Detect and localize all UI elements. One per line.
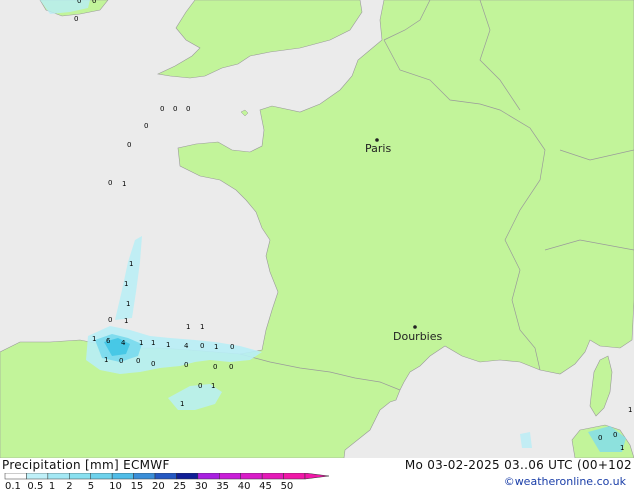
legend-arrow xyxy=(304,473,330,480)
precip-value-38: 0 xyxy=(613,431,617,439)
legend-swatch-12 xyxy=(261,473,284,480)
legend-tick-1: 0.5 xyxy=(27,481,43,490)
legend-tick-5: 10 xyxy=(109,481,122,490)
precip-value-30: 0 xyxy=(151,360,155,368)
precip-value-9: 1 xyxy=(122,180,126,188)
legend-swatch-2 xyxy=(47,473,70,480)
legend-tick-6: 15 xyxy=(131,481,144,490)
city-dot xyxy=(413,325,417,329)
precip-value-11: 1 xyxy=(124,280,128,288)
legend-tick-8: 25 xyxy=(173,481,186,490)
precip-value-10: 1 xyxy=(129,260,133,268)
weather-map-view: 0000000001111101641114010111000000011001… xyxy=(0,0,634,490)
precip-value-24: 0 xyxy=(230,343,234,351)
precip-value-16: 6 xyxy=(106,337,111,345)
precip-value-34: 0 xyxy=(198,382,202,390)
precip-value-8: 0 xyxy=(108,179,112,187)
precipitation-map: 0 000 0 0000 1111101 6 4 1 1 1 4 0 1 01 11 0 0 0 0 0 00 110 01… xyxy=(0,0,634,458)
precip-value-37: 0 xyxy=(598,434,602,442)
precipitation-legend: 0.1 0.5 1 2 5 10 15 20 25 30 35 40 45 50 xyxy=(4,473,330,490)
precip-value-1: 0 xyxy=(92,0,96,5)
precip-value-4: 0 xyxy=(173,105,177,113)
map-footer: Precipitation [mm] ECMWF Mo 03-02-2025 0… xyxy=(0,458,634,490)
legend-tick-13: 50 xyxy=(281,481,294,490)
precip-value-19: 1 xyxy=(151,339,155,347)
legend-swatch-8 xyxy=(176,473,199,480)
precip-value-23: 1 xyxy=(214,343,218,351)
precip-value-2: 0 xyxy=(74,15,78,23)
precip-value-39: 1 xyxy=(620,444,624,452)
legend-tick-12: 45 xyxy=(259,481,272,490)
precip-value-6: 0 xyxy=(144,122,148,130)
legend-swatch-7 xyxy=(154,473,177,480)
legend-tick-10: 35 xyxy=(216,481,229,490)
precip-value-20: 1 xyxy=(166,341,170,349)
precip-value-21: 4 xyxy=(184,342,189,350)
precip-value-17: 4 xyxy=(121,339,126,347)
precip-value-14: 0 xyxy=(108,316,112,324)
precip-value-29: 0 xyxy=(136,357,140,365)
legend-swatches xyxy=(4,473,330,480)
legend-swatch-9 xyxy=(197,473,220,480)
legend-tick-7: 20 xyxy=(152,481,165,490)
precip-value-25: 1 xyxy=(186,323,190,331)
legend-tick-2: 1 xyxy=(49,481,55,490)
legend-swatch-11 xyxy=(240,473,263,480)
precip-value-40: 1 xyxy=(628,406,632,414)
precip-value-32: 0 xyxy=(213,363,217,371)
precip-value-26: 1 xyxy=(200,323,204,331)
precip-value-3: 0 xyxy=(160,105,164,113)
precip-value-35: 1 xyxy=(211,382,215,390)
precip-value-22: 0 xyxy=(200,342,204,350)
valid-time: Mo 03-02-2025 03..06 UTC (00+102 xyxy=(404,458,632,472)
credit-link[interactable]: ©weatheronline.co.uk xyxy=(504,475,626,488)
precip-value-0: 0 xyxy=(77,0,81,5)
legend-tick-9: 30 xyxy=(195,481,208,490)
precip-area-tyrrhenian xyxy=(520,432,532,448)
legend-tick-labels: 0.1 0.5 1 2 5 10 15 20 25 30 35 40 45 50 xyxy=(5,481,293,490)
legend-swatch-3 xyxy=(69,473,91,480)
city-label-dourbies: Dourbies xyxy=(393,330,443,343)
legend-swatch-10 xyxy=(219,473,241,480)
legend-swatch-4 xyxy=(90,473,113,480)
legend-swatch-0 xyxy=(4,473,27,480)
legend-swatch-5 xyxy=(111,473,134,480)
precip-value-27: 1 xyxy=(104,356,108,364)
precip-value-7: 0 xyxy=(127,141,131,149)
precip-value-5: 0 xyxy=(186,105,190,113)
map-title: Precipitation [mm] ECMWF xyxy=(2,458,170,472)
legend-tick-3: 2 xyxy=(66,481,72,490)
precip-value-15: 1 xyxy=(92,335,96,343)
precip-value-33: 0 xyxy=(229,363,233,371)
city-label-paris: Paris xyxy=(365,142,391,155)
legend-swatch-1 xyxy=(26,473,49,480)
precip-value-12: 1 xyxy=(126,300,130,308)
legend-swatch-6 xyxy=(133,473,156,480)
precip-value-36: 1 xyxy=(180,400,184,408)
precip-value-28: 0 xyxy=(119,357,123,365)
precip-value-31: 0 xyxy=(184,361,188,369)
legend-tick-11: 40 xyxy=(238,481,251,490)
legend-tick-0: 0.1 xyxy=(5,481,21,490)
legend-tick-4: 5 xyxy=(88,481,94,490)
legend-swatch-13 xyxy=(283,473,306,480)
precip-value-18: 1 xyxy=(139,339,143,347)
precip-value-13: 1 xyxy=(124,317,128,325)
